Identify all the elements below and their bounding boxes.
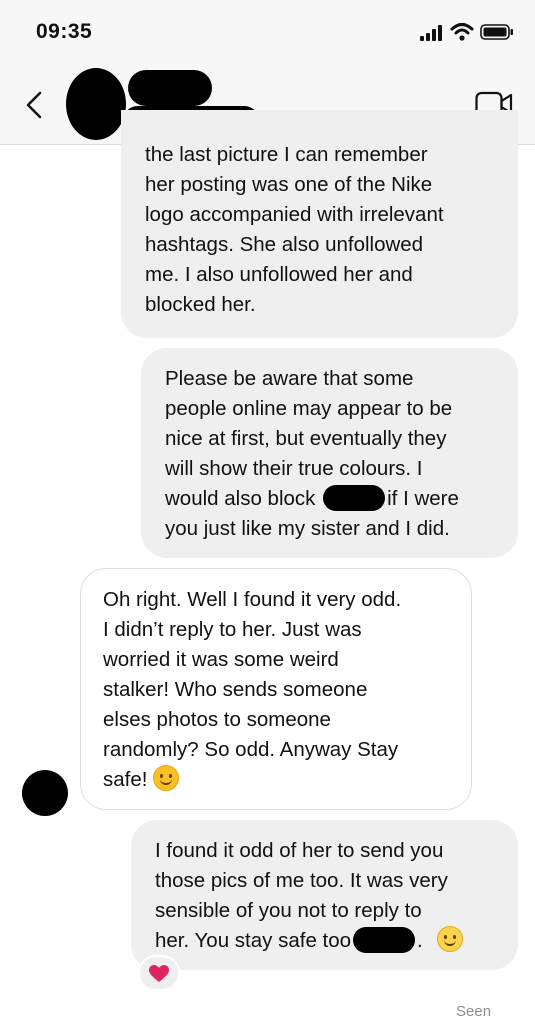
message-text: the last picture I can remember [145,143,428,166]
message-text-line: her. You stay safe too. [155,926,510,956]
message-text: logo accompanied with irrelevant [145,203,444,226]
message-bubble-incoming[interactable]: Oh right. Well I found it very odd. I di… [80,568,472,810]
message-text: her posting was one of the Nike [145,173,433,196]
redacted-name [323,485,386,511]
message-text: if I were [387,487,459,510]
message-text: stalker! Who sends someone [103,678,368,701]
message-text: sensible of you not to reply to [155,899,422,922]
message-text: I found it odd of her to send you [155,839,444,862]
heart-icon [149,965,169,982]
smiling-face-emoji-icon [153,765,180,791]
message-bubble-outgoing[interactable]: I found it odd of her to send you those … [131,820,518,970]
message-text: will show their true colours. I [165,457,423,480]
message-text: . [417,929,423,952]
status-time: 09:35 [36,20,93,43]
message-text: me. I also unfollowed her and [145,263,413,286]
cellular-signal-icon [420,25,442,41]
message-text-line: safe! [103,765,463,795]
slightly-smiling-face-emoji-icon [436,926,463,952]
message-text: hashtags. She also unfollowed [145,233,424,256]
status-bar: 09:35 [0,0,535,60]
wifi-icon [450,23,474,41]
message-text: people online may appear to be [165,397,453,420]
message-text: I didn’t reply to her. Just was [103,618,362,641]
sender-avatar-redacted[interactable] [22,770,68,816]
redacted-name [353,927,416,953]
message-text: you just like my sister and I did. [165,517,450,540]
message-text: her. You stay safe too [155,929,352,952]
message-text: Oh right. Well I found it very odd. [103,588,402,611]
battery-icon [480,24,513,40]
message-text: worried it was some weird [103,648,339,671]
message-text: Please be aware that some [165,367,414,390]
message-text: would also block [165,487,316,510]
message-text: nice at first, but eventually they [165,427,447,450]
contact-avatar-redacted[interactable] [66,68,126,140]
message-bubble-outgoing[interactable]: Please be aware that some people online … [141,348,518,558]
message-text-line: would also block if I were [165,484,510,514]
message-text: those pics of me too. It was very [155,869,448,892]
message-text: blocked her. [145,293,256,316]
message-text: safe! [103,768,148,791]
message-text: randomly? So odd. Anyway Stay [103,738,399,761]
message-text: elses photos to someone [103,708,331,731]
contact-name-redacted[interactable] [128,70,212,106]
message-bubble-outgoing[interactable]: the last picture I can remember her post… [121,110,518,338]
seen-indicator: Seen [456,1003,492,1020]
back-chevron-icon[interactable] [20,90,50,120]
heart-reaction[interactable] [138,955,180,991]
